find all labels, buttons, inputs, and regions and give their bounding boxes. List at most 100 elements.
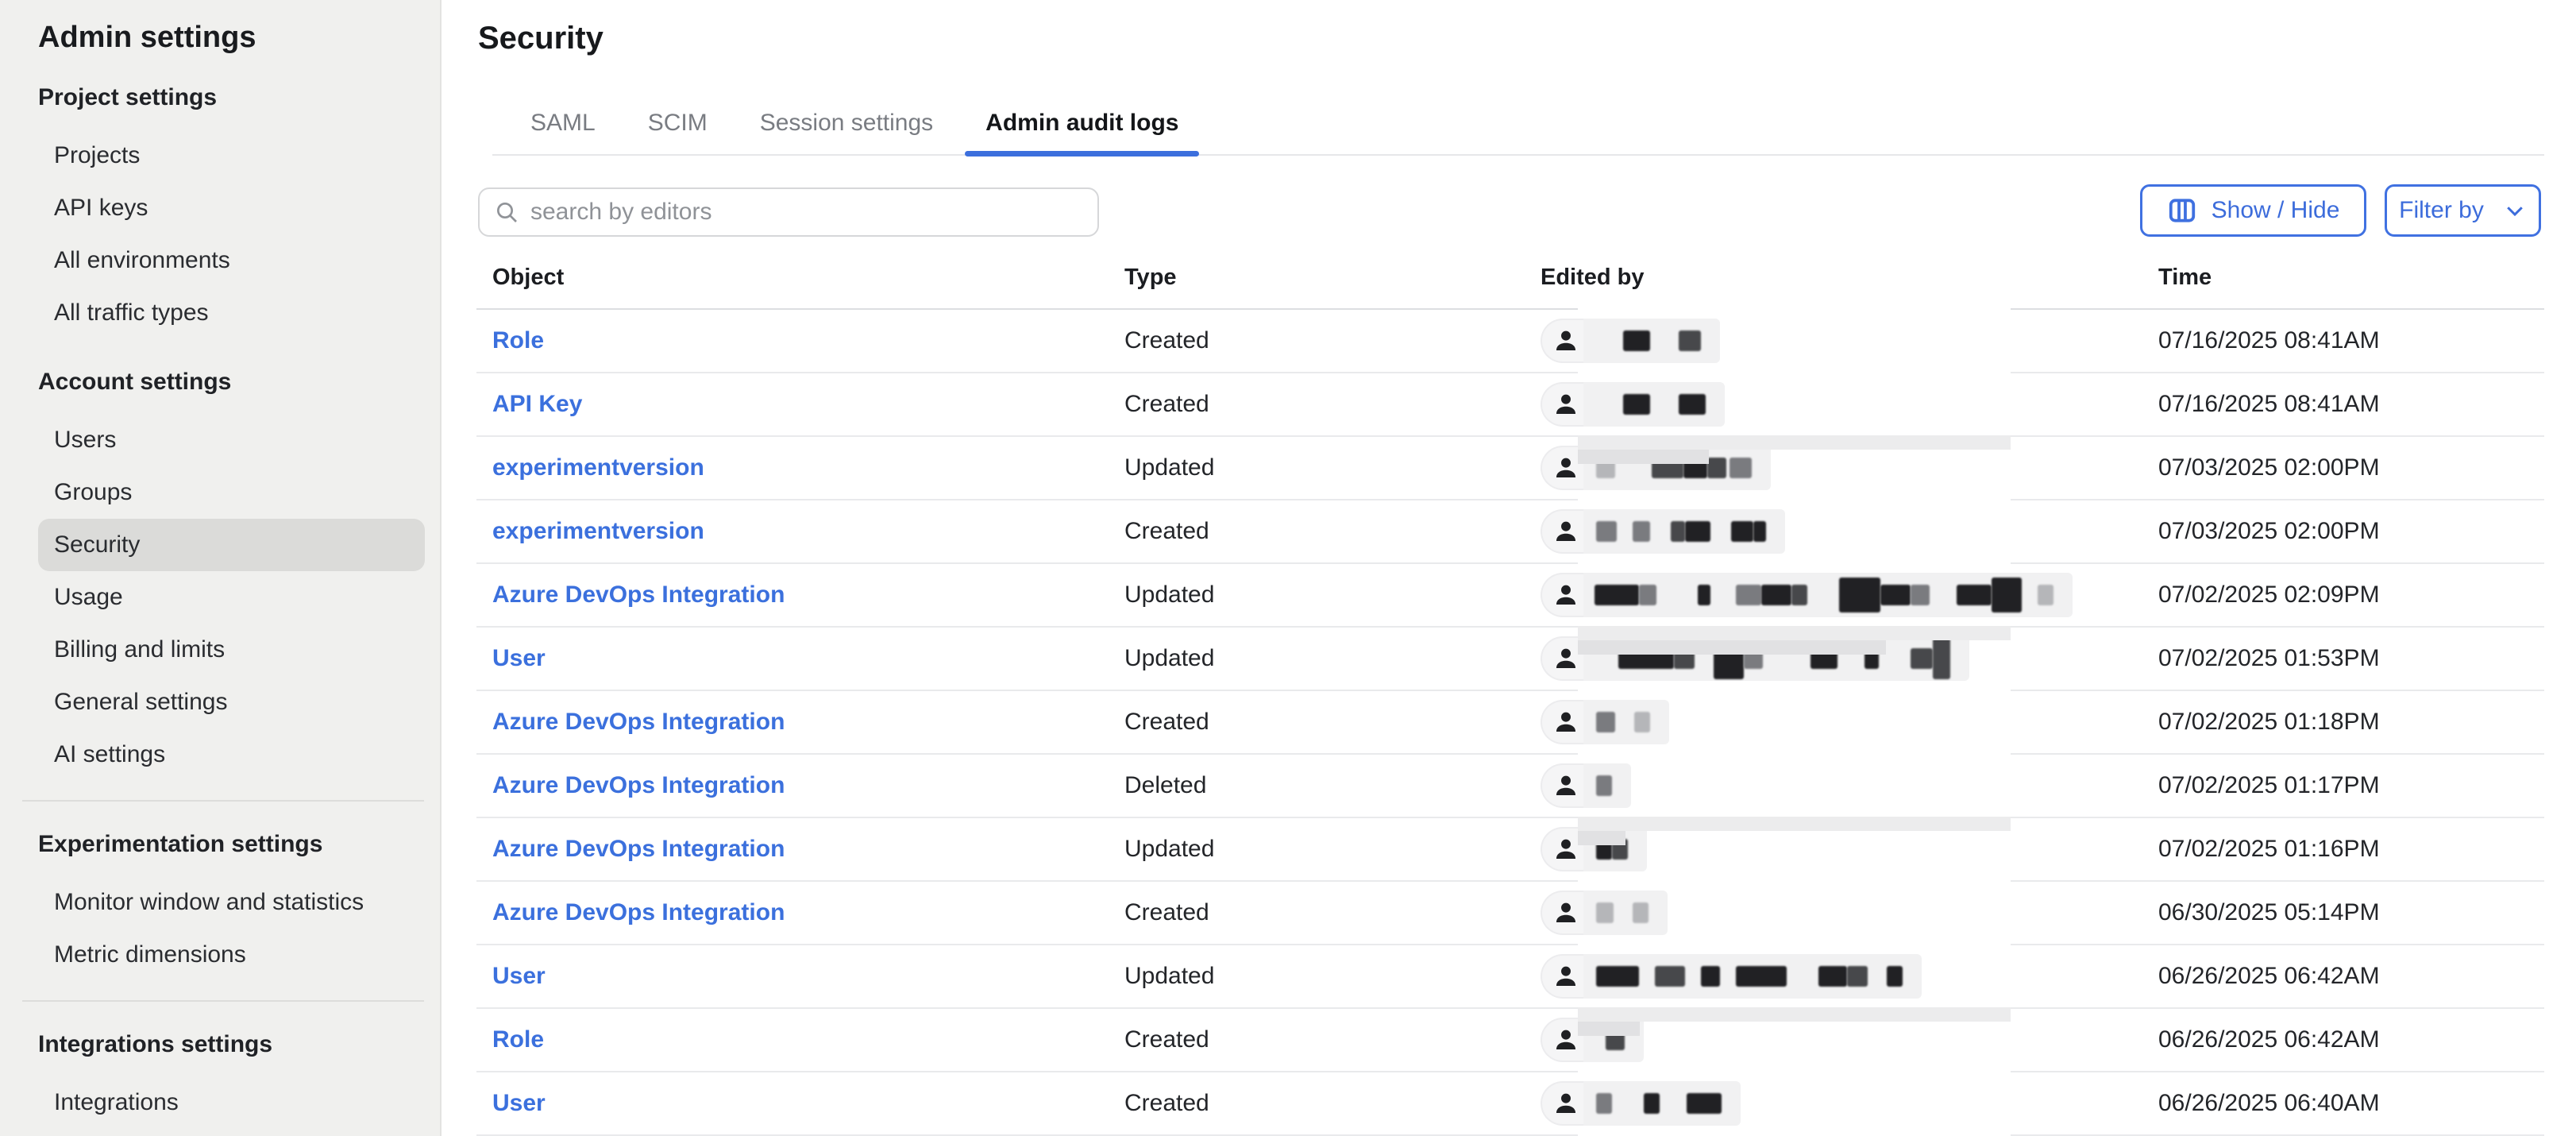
redaction-block bbox=[1818, 966, 1847, 987]
chevron-down-icon bbox=[2503, 199, 2527, 222]
sidebar-item-billing-and-limits[interactable]: Billing and limits bbox=[38, 624, 425, 676]
editor-avatar bbox=[1541, 382, 1583, 427]
object-link[interactable]: Azure DevOps Integration bbox=[492, 836, 785, 863]
object-link[interactable]: Role bbox=[492, 1026, 544, 1053]
column-header-label: Type bbox=[1124, 265, 1177, 291]
redaction-block bbox=[1911, 585, 1930, 605]
search-icon bbox=[494, 199, 519, 225]
sidebar-item-groups[interactable]: Groups bbox=[38, 466, 425, 519]
redaction-block bbox=[1596, 775, 1612, 796]
object-link[interactable]: Role bbox=[492, 327, 544, 354]
edited-by-cell bbox=[1541, 500, 2144, 562]
redacted-editor-name bbox=[1583, 382, 1725, 427]
redaction-block bbox=[1655, 966, 1685, 987]
table-row: UserUpdated06/26/2025 06:42AM bbox=[476, 945, 2544, 1009]
redaction-block bbox=[1736, 585, 1761, 605]
object-link[interactable]: experimentversion bbox=[492, 518, 704, 545]
object-link[interactable]: Azure DevOps Integration bbox=[492, 582, 785, 609]
sidebar-item-projects[interactable]: Projects bbox=[38, 129, 425, 182]
sidebar-item-api-keys[interactable]: API keys bbox=[38, 182, 425, 234]
editor-chip bbox=[1541, 954, 1922, 999]
editor-chip bbox=[1541, 891, 1668, 935]
time-cell: 07/02/2025 01:16PM bbox=[2158, 818, 2539, 880]
redaction-bar-long bbox=[1578, 1007, 2011, 1022]
time-text: 07/03/2025 02:00PM bbox=[2158, 518, 2380, 545]
object-link[interactable]: Azure DevOps Integration bbox=[492, 899, 785, 926]
object-link[interactable]: API Key bbox=[492, 391, 582, 418]
person-icon bbox=[1552, 582, 1579, 609]
redaction-block bbox=[1623, 330, 1650, 351]
audit-log-table: ObjectTypeEdited byTime RoleCreated07/16… bbox=[476, 246, 2544, 1136]
type-cell: Created bbox=[1124, 882, 1521, 944]
sidebar-divider bbox=[22, 800, 424, 802]
time-cell: 06/26/2025 06:42AM bbox=[2158, 945, 2539, 1007]
time-cell: 07/02/2025 01:17PM bbox=[2158, 755, 2539, 817]
editor-avatar bbox=[1541, 319, 1583, 363]
redaction-block bbox=[1731, 521, 1753, 542]
redaction-block bbox=[1634, 712, 1650, 732]
tab-admin-audit-logs[interactable]: Admin audit logs bbox=[965, 91, 1199, 155]
tab-session-settings[interactable]: Session settings bbox=[739, 91, 954, 155]
type-cell: Created bbox=[1124, 310, 1521, 372]
redaction-block bbox=[1933, 638, 1950, 679]
sidebar-item-security[interactable]: Security bbox=[38, 519, 425, 571]
tab-scim[interactable]: SCIM bbox=[627, 91, 728, 155]
time-text: 07/02/2025 01:17PM bbox=[2158, 772, 2380, 799]
editor-chip bbox=[1541, 700, 1669, 744]
edited-by-cell bbox=[1541, 882, 2144, 944]
redaction-block bbox=[1596, 1093, 1612, 1114]
object-link[interactable]: experimentversion bbox=[492, 454, 704, 481]
redaction-block bbox=[1596, 902, 1614, 923]
sidebar-item-monitor-window-and-statistics[interactable]: Monitor window and statistics bbox=[38, 876, 425, 929]
object-link[interactable]: User bbox=[492, 1090, 546, 1117]
sidebar-item-general-settings[interactable]: General settings bbox=[38, 676, 425, 728]
sidebar-item-ai-settings[interactable]: AI settings bbox=[38, 728, 425, 781]
type-text: Updated bbox=[1124, 454, 1214, 481]
editor-avatar bbox=[1541, 446, 1583, 490]
redaction-block bbox=[1887, 966, 1903, 987]
redaction-block bbox=[1791, 585, 1807, 605]
search-input[interactable] bbox=[530, 199, 1083, 226]
sidebar-item-users[interactable]: Users bbox=[38, 414, 425, 466]
sidebar-group-items: UsersGroupsSecurityUsageBilling and limi… bbox=[0, 414, 440, 781]
filter-by-button[interactable]: Filter by bbox=[2385, 184, 2541, 237]
person-icon bbox=[1552, 391, 1579, 418]
show-hide-button[interactable]: Show / Hide bbox=[2140, 184, 2366, 237]
redacted-editor-name bbox=[1583, 319, 1720, 363]
object-cell: Azure DevOps Integration bbox=[492, 818, 1112, 880]
object-cell: Azure DevOps Integration bbox=[492, 691, 1112, 753]
table-row: RoleCreated07/16/2025 08:41AM bbox=[476, 310, 2544, 373]
editor-avatar bbox=[1541, 954, 1583, 999]
object-link[interactable]: User bbox=[492, 963, 546, 990]
type-cell: Updated bbox=[1124, 564, 1521, 626]
sidebar-item-metric-dimensions[interactable]: Metric dimensions bbox=[38, 929, 425, 981]
column-header-time: Time bbox=[2158, 246, 2539, 308]
table-row: RoleCreated06/26/2025 06:42AM bbox=[476, 1009, 2544, 1072]
object-cell: Azure DevOps Integration bbox=[492, 755, 1112, 817]
object-cell: Role bbox=[492, 1009, 1112, 1071]
sidebar-item-all-environments[interactable]: All environments bbox=[38, 234, 425, 287]
person-icon bbox=[1552, 709, 1579, 736]
sidebar-item-all-traffic-types[interactable]: All traffic types bbox=[38, 287, 425, 339]
column-header-label: Object bbox=[492, 265, 564, 291]
sidebar-item-usage[interactable]: Usage bbox=[38, 571, 425, 624]
type-text: Created bbox=[1124, 518, 1209, 545]
redaction-bar-short bbox=[1578, 640, 1886, 655]
redacted-editor-name bbox=[1583, 891, 1668, 935]
editor-chip bbox=[1541, 319, 1720, 363]
redaction-block bbox=[1730, 458, 1752, 478]
redaction-block bbox=[1639, 585, 1656, 605]
redaction-block bbox=[2038, 585, 2053, 605]
time-cell: 07/03/2025 02:00PM bbox=[2158, 500, 2539, 562]
tab-saml[interactable]: SAML bbox=[510, 91, 616, 155]
editor-avatar bbox=[1541, 827, 1583, 871]
time-text: 06/26/2025 06:40AM bbox=[2158, 1090, 2380, 1117]
object-link[interactable]: Azure DevOps Integration bbox=[492, 709, 785, 736]
table-row: Azure DevOps IntegrationCreated07/02/202… bbox=[476, 691, 2544, 755]
sidebar-item-integrations[interactable]: Integrations bbox=[38, 1076, 425, 1129]
person-icon bbox=[1552, 518, 1579, 545]
object-link[interactable]: Azure DevOps Integration bbox=[492, 772, 785, 799]
type-text: Updated bbox=[1124, 836, 1214, 863]
object-link[interactable]: User bbox=[492, 645, 546, 672]
sidebar-title: Admin settings bbox=[38, 21, 440, 55]
